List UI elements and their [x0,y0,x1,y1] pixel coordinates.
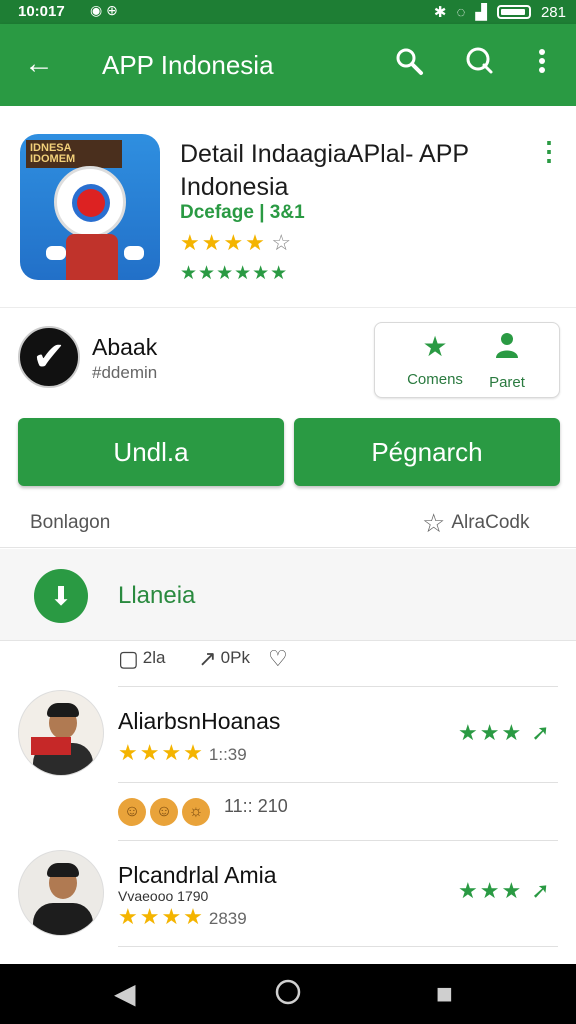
arrow-icon: ➚ [531,720,552,745]
emoji-icon[interactable]: ☺ [118,798,146,826]
app-header: IDNESA IDOMEM Detail IndaagiaAPlal- APP … [0,106,576,308]
avatar-shirt [33,903,93,935]
status-right-text: 281 [540,3,566,21]
avatar[interactable] [18,850,104,936]
recents-nav-icon[interactable]: ■ [436,978,453,1010]
status-bar: 10:017 ◉ ⊕ ✱ ◌ ▟ 281 [0,0,576,24]
comments-action[interactable]: ★ Comens [395,331,475,388]
parent-action[interactable]: Paret [467,331,547,391]
review-author[interactable]: AliarbsnHoanas [118,708,280,735]
info-left-text: Bonlagon [30,512,111,533]
review-stars: ★★★★ [118,740,205,765]
developer-logo[interactable]: ✔ [18,326,80,388]
rating-row-secondary: ★★★★★★ [180,263,289,284]
reactions-count: 11:: 210 [224,796,288,816]
rating-stars: ★★★★ [180,230,267,255]
rating-half-star-icon: ☆ [271,230,294,255]
home-nav-icon[interactable] [274,978,302,1013]
review-stars: ★★★★ [118,904,205,929]
secondary-button[interactable]: Pégnarch [294,418,560,486]
share-icon: ↗ [198,646,217,671]
info-row: Bonlagon ☆ AlraCodk [0,496,576,548]
emoji-icon[interactable]: ☺ [150,798,178,826]
battery-icon [496,5,531,19]
comment-icon: ▢ [118,646,139,671]
primary-button[interactable]: Undl.a [18,418,284,486]
app-bar: ← APP Indonesia [0,24,576,106]
star-icon: ★ [422,331,448,362]
avatar-hair [47,863,79,877]
app-meta: Dcefage | 3&1 [180,202,305,223]
app-icon-hand [124,246,144,260]
more-vert-icon[interactable]: ⋮ [536,136,562,167]
review-author[interactable]: Plcandrlal Amia [118,862,277,889]
info-right-text: AlraCodk [451,512,530,533]
avatar[interactable] [18,690,104,776]
person-icon [467,331,547,366]
app-icon[interactable]: IDNESA IDOMEM [20,134,160,280]
app-rating: ★★★★ ☆ [180,230,293,256]
divider [118,782,558,783]
download-icon[interactable]: ⬇ [34,569,88,623]
action-card: ★ Comens Paret [374,322,560,398]
developer-handle: #ddemin [92,363,158,382]
app-name: Detail IndaagiaAPlal- APP Indonesia [180,140,469,201]
section-header: ⬇ Llaneia [0,549,576,641]
review-side-rating[interactable]: ★★★ ➚ [458,720,552,746]
app-bar-title: APP Indonesia [102,50,274,80]
comments-stat[interactable]: ▢ 2la [118,646,179,671]
divider [118,946,558,947]
app-icon-banner: IDNESA IDOMEM [26,140,122,168]
stats-row: ▢ 2la ↗ 0Pk ♡ [118,646,306,672]
status-time: 10:017 [18,3,65,20]
reactions-row: ☺ ☺ ☼ 11:: 210 [118,792,288,826]
review-side-rating[interactable]: ★★★ ➚ [458,878,552,904]
search-icon[interactable] [394,46,424,85]
info-right[interactable]: ☆ AlraCodk [422,508,529,539]
review-rating: ★★★★ 1::39 [118,740,247,766]
review-side-stars: ★★★ [458,878,524,903]
section-title: Llaneia [118,582,196,609]
notification-icon: ◉ ⊕ [90,2,118,18]
more-vert-icon[interactable] [532,46,552,85]
divider [118,840,558,841]
avatar-hair [47,703,79,717]
bluetooth-icon: ✱ [433,4,447,21]
review-meta: 2839 [208,909,247,928]
review-rating: ★★★★ 2839 [118,904,247,930]
developer-name[interactable]: Abaak [92,334,157,361]
parent-label: Paret [489,374,525,391]
search-icon-2[interactable] [464,46,494,85]
signal-icon: ▟ [475,4,487,21]
comments-count: 2la [142,648,166,667]
arrow-icon: ➚ [531,878,552,903]
app-icon-hand [46,246,66,260]
review-meta: 1::39 [208,745,247,764]
nav-bar: ◀ ■ [0,964,576,1024]
shares-count: 0Pk [220,648,250,667]
star-outline-icon: ☆ [422,508,446,538]
back-arrow-icon[interactable]: ← [24,46,54,82]
emoji-icon[interactable]: ☼ [182,798,210,826]
review-subtitle: Vvaeooo 1790 [118,888,209,904]
back-nav-icon[interactable]: ◀ [114,978,136,1010]
review-side-stars: ★★★ [458,720,524,745]
divider [118,686,558,687]
app-icon-body [66,234,118,280]
heart-icon: ♡ [267,646,288,671]
app-icon-eye [54,166,126,238]
wifi-icon: ◌ [456,3,466,21]
comments-label: Comens [407,371,463,388]
shares-stat[interactable]: ↗ 0Pk ♡ [198,646,291,671]
avatar-sign [31,737,71,755]
